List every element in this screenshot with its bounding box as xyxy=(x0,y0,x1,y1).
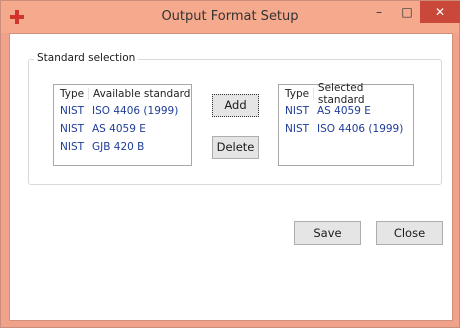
available-standards-list[interactable]: Type Available standard NIST ISO 4406 (1… xyxy=(53,84,192,166)
available-list-header: Type Available standard xyxy=(54,85,191,102)
dialog-window: Output Format Setup – □ ✕ Standard selec… xyxy=(0,0,460,328)
cell-type: NIST xyxy=(60,105,85,117)
title-bar[interactable]: Output Format Setup – □ ✕ xyxy=(1,1,460,33)
cell-standard: ISO 4406 (1999) xyxy=(317,123,404,135)
cell-type: NIST xyxy=(60,141,85,153)
list-item[interactable]: NIST AS 4059 E xyxy=(54,120,191,138)
list-item[interactable]: NIST ISO 4406 (1999) xyxy=(54,102,191,120)
selected-standards-list[interactable]: Type Selected standard NIST AS 4059 E NI… xyxy=(278,82,414,166)
maximize-button[interactable]: □ xyxy=(393,1,421,23)
selected-list-header: Type Selected standard xyxy=(279,82,413,106)
cell-standard: AS 4059 E xyxy=(92,123,146,135)
cell-standard: ISO 4406 (1999) xyxy=(92,105,179,117)
cell-type: NIST xyxy=(60,123,85,135)
delete-button[interactable]: Delete xyxy=(212,136,259,159)
add-button[interactable]: Add xyxy=(212,94,259,117)
header-selected-standard[interactable]: Selected standard xyxy=(314,82,413,106)
cell-type: NIST xyxy=(285,123,310,135)
group-legend: Standard selection xyxy=(34,52,139,64)
close-button[interactable]: Close xyxy=(376,221,443,245)
cell-standard: AS 4059 E xyxy=(317,105,371,117)
window-close-button[interactable]: ✕ xyxy=(420,1,460,23)
header-type[interactable]: Type xyxy=(279,87,314,100)
header-type[interactable]: Type xyxy=(54,87,89,100)
header-available-standard[interactable]: Available standard xyxy=(89,88,190,100)
list-item[interactable]: NIST ISO 4406 (1999) xyxy=(279,120,413,138)
list-item[interactable]: NIST GJB 420 B xyxy=(54,138,191,156)
cell-standard: GJB 420 B xyxy=(92,141,145,153)
cell-type: NIST xyxy=(285,105,310,117)
minimize-button[interactable]: – xyxy=(365,1,393,23)
dialog-client-area: Standard selection Type Available standa… xyxy=(9,33,453,321)
save-button[interactable]: Save xyxy=(294,221,361,245)
